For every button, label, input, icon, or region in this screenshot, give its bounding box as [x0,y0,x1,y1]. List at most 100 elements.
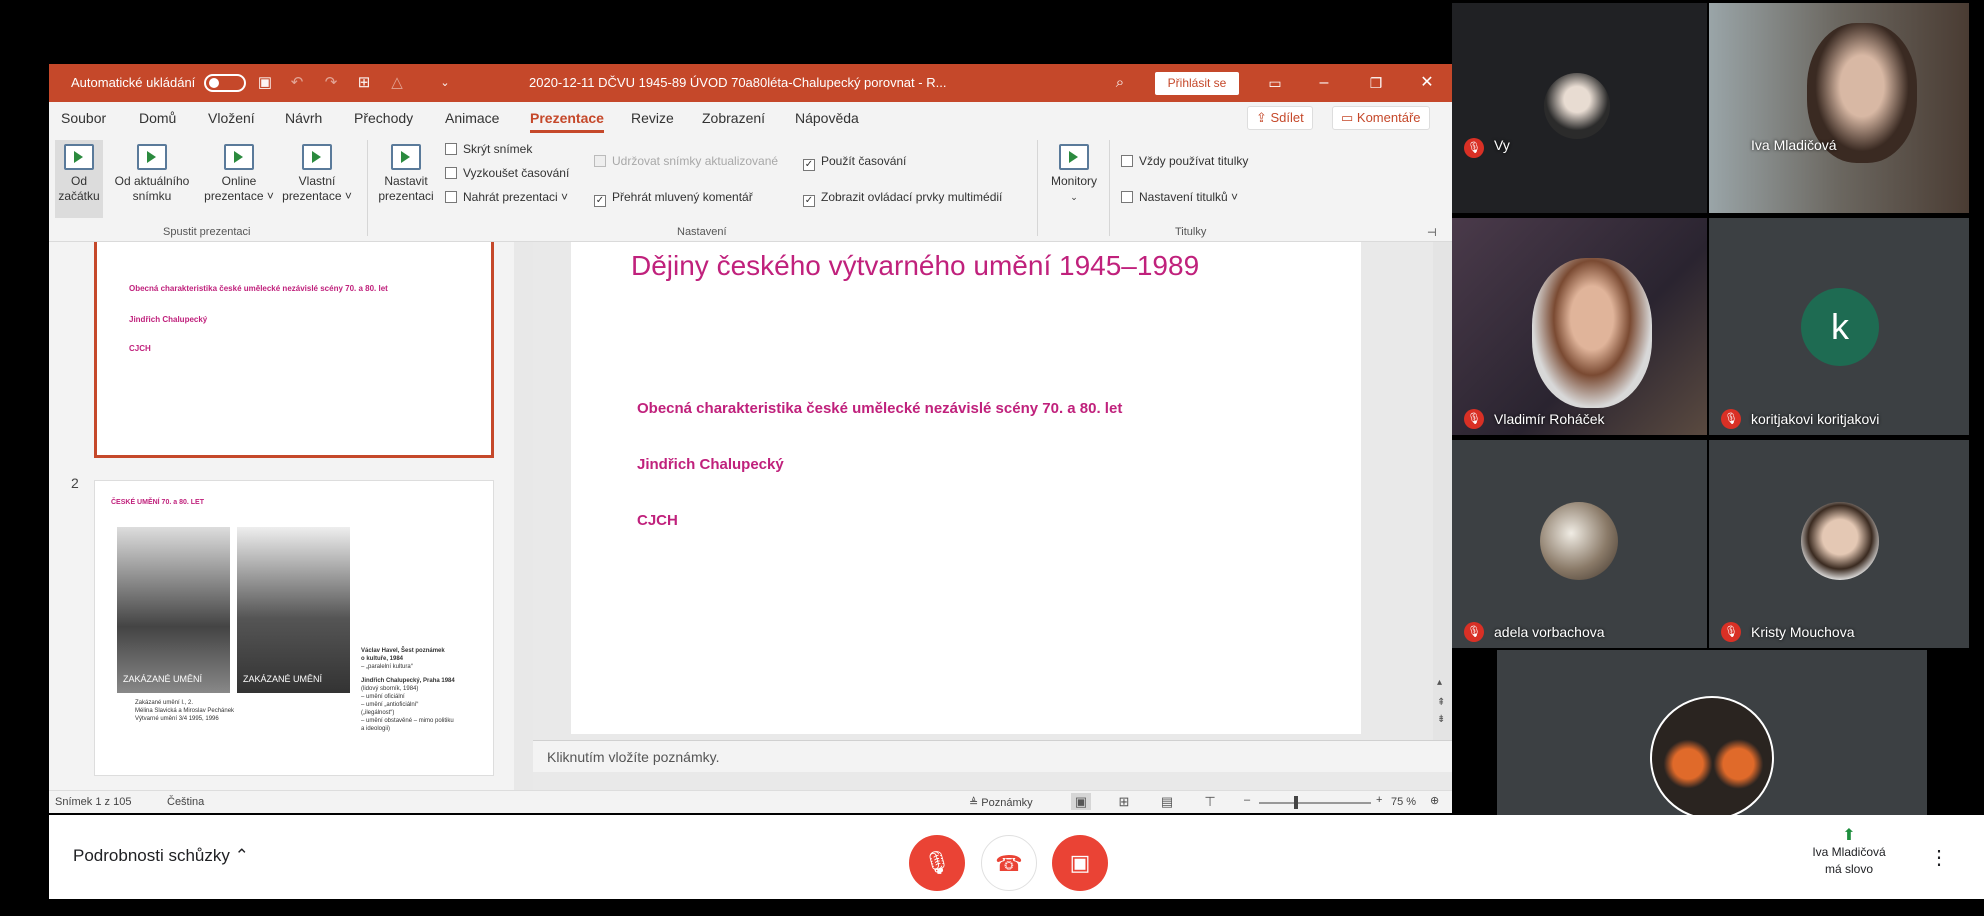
more-options-icon[interactable]: ⋮ [1929,845,1949,870]
slide-line-2[interactable]: Jindřich Chalupecký [637,456,784,473]
shape-icon[interactable]: △ [387,73,407,93]
show-media-controls-checkbox[interactable]: ✓ Zobrazit ovládací prvky multimédií [803,190,1002,207]
keep-updated-checkbox[interactable]: Udržovat snímky aktualizované [594,154,778,168]
book-cover-photo-1: ZAKÁZANÉ UMĚNÍ [117,527,230,693]
meeting-details-button[interactable]: Podrobnosti schůzky ⌃ [73,846,249,866]
participant-tile-iva[interactable]: Iva Mladičová [1709,3,1969,213]
tab-zobrazeni[interactable]: Zobrazení [702,110,765,126]
slide-line-1[interactable]: Obecná charakteristika české umělecké ne… [637,400,1122,417]
ribbon-divider [1037,140,1038,236]
always-subtitles-label: Vždy používat titulky [1139,154,1249,168]
tab-revize[interactable]: Revize [631,110,674,126]
presenter-indicator[interactable]: ⬆ Iva Mladičová má slovo [1789,827,1909,878]
save-icon[interactable]: ▣ [255,73,275,93]
participant-tile-you[interactable]: 🎙 Vy [1452,3,1707,213]
slide-number-2: 2 [71,475,79,491]
comment-icon: ▭ [1341,110,1357,125]
monitors-button[interactable]: Monitory ⌄ [1043,140,1105,218]
customize-qat-icon[interactable]: ⌄ [435,73,455,93]
autosave-toggle[interactable] [204,74,246,92]
video-feed [1532,258,1652,408]
participant-tile-kristy[interactable]: 🎙 Kristy Mouchova [1709,440,1969,648]
rehearse-timings-button[interactable]: Vyzkoušet časování [445,166,569,180]
tab-prechody[interactable]: Přechody [354,110,413,126]
next-slide-icon[interactable]: ⇟ [1437,714,1445,725]
thumb2-r9: – umění obstavěné – mimo politiku [361,718,454,724]
subtitle-settings-button[interactable]: Nastavení titulků ˅ [1121,190,1238,204]
zoom-out-icon[interactable]: – [1244,794,1250,806]
thumbnail-scrollbar[interactable] [514,242,533,790]
setup-slideshow-button[interactable]: Nastavit prezentaci [374,140,438,218]
tab-prezentace[interactable]: Prezentace [530,110,604,133]
microphone-toggle[interactable]: 🎙 [909,835,965,891]
comments-button[interactable]: ▭ Komentáře [1332,106,1430,130]
search-icon[interactable]: ⌕ [1110,73,1130,93]
fit-to-window-icon[interactable]: ⊕ [1430,794,1439,807]
slide-line-3[interactable]: CJCH [637,512,678,529]
participant-tile-koritjakovi[interactable]: k 🎙 koritjakovi koritjakovi [1709,218,1969,435]
normal-view-icon[interactable]: ▣ [1071,793,1091,810]
slide-sorter-icon[interactable]: ⊞ [1114,793,1134,810]
participant-tile-extra[interactable] [1497,650,1927,815]
chevron-down-icon: ⌄ [1070,192,1078,202]
autosave-label: Automatické ukládání [71,75,196,90]
restore-button[interactable]: ❐ [1360,71,1392,95]
slide-thumbnails-pane: Obecná charakteristika české umělecké ne… [49,242,533,790]
setup-slideshow-label: Nastavit prezentaci [378,174,434,203]
notes-placeholder: Kliknutím vložíte poznámky. [547,749,720,765]
slideshow-current-icon [137,144,167,170]
document-title[interactable]: 2020-12-11 DČVU 1945-89 ÚVOD 70a80léta-C… [529,75,946,90]
close-button[interactable]: ✕ [1411,71,1443,95]
always-subtitles-checkbox[interactable]: Vždy používat titulky [1121,154,1248,168]
tab-domu[interactable]: Domů [139,110,176,126]
zoom-in-icon[interactable]: + [1376,794,1382,806]
camera-toggle[interactable]: ▣ [1052,835,1108,891]
collapse-ribbon-icon[interactable]: ⊣ [1427,226,1437,239]
language-indicator[interactable]: Čeština [167,796,204,808]
hide-slide-icon [445,143,457,155]
from-start-button[interactable]: Od začátku [55,140,103,218]
tab-vlozeni[interactable]: Vložení [208,110,255,126]
photo1-caption: ZAKÁZANÉ UMĚNÍ [123,674,203,684]
group-label-setup: Nastavení [677,226,727,238]
slide-thumbnail-2[interactable]: ČESKÉ UMĚNÍ 70. a 80. LET ZAKÁZANÉ UMĚNÍ… [94,480,494,776]
record-slideshow-button[interactable]: Nahrát prezentaci ˅ [445,190,568,204]
ribbon-display-icon[interactable]: ▭ [1259,71,1291,95]
leave-call-button[interactable]: ☎ [981,835,1037,891]
use-timings-checkbox[interactable]: ✓ Použít časování [803,154,906,171]
tab-animace[interactable]: Animace [445,110,499,126]
notes-toggle[interactable]: ≜ Poznámky [969,796,1033,809]
custom-show-button[interactable]: Vlastní prezentace ˅ [279,140,355,218]
slide-title[interactable]: Dějiny českého výtvarného umění 1945–198… [631,250,1199,282]
tab-soubor[interactable]: Soubor [61,110,106,126]
tab-navrh[interactable]: Návrh [285,110,322,126]
undo-icon[interactable]: ↶ [287,73,307,93]
prev-slide-icon[interactable]: ⇞ [1437,697,1445,708]
online-presentation-button[interactable]: Online prezentace ˅ [201,140,277,218]
hide-slide-button[interactable]: Skrýt snímek [445,142,532,156]
slide-thumbnail-1[interactable]: Obecná charakteristika české umělecké ne… [94,242,494,458]
notes-pane[interactable]: Kliknutím vložíte poznámky. [533,740,1452,772]
tab-napoveda[interactable]: Nápověda [795,110,859,126]
minimize-button[interactable]: – [1308,71,1340,95]
slideshow-view-icon[interactable]: ⊤ [1200,793,1220,810]
reading-view-icon[interactable]: ▤ [1157,793,1177,810]
zoom-level[interactable]: 75 % [1391,796,1416,808]
avatar [1540,502,1618,580]
play-narration-checkbox[interactable]: ✓ Přehrát mluvený komentář [594,190,753,207]
present-icon[interactable]: ⊞ [354,73,374,93]
scroll-up-icon[interactable]: ▴ [1437,677,1442,688]
zoom-slider[interactable] [1259,802,1371,804]
use-timings-label: Použít časování [821,154,907,168]
current-slide[interactable]: Dějiny českého výtvarného umění 1945–198… [571,242,1361,734]
sign-in-button[interactable]: Přihlásit se [1155,72,1239,95]
share-label: Sdílet [1270,110,1304,125]
from-current-button[interactable]: Od aktuálního snímku [107,140,197,218]
participant-tile-adela[interactable]: 🎙 adela vorbachova [1452,440,1707,648]
share-button[interactable]: ⇪ Sdílet [1247,106,1313,130]
slide-scrollbar[interactable]: ▴ ⇞ ⇟ [1433,242,1452,740]
redo-icon[interactable]: ↷ [321,73,341,93]
participant-tile-vladimir[interactable]: 🎙 Vladimír Roháček [1452,218,1707,435]
zoom-slider-handle[interactable] [1294,796,1298,809]
meeting-controls-bar: Podrobnosti schůzky ⌃ 🎙 ☎ ▣ ⬆ Iva Mladič… [49,815,1984,899]
